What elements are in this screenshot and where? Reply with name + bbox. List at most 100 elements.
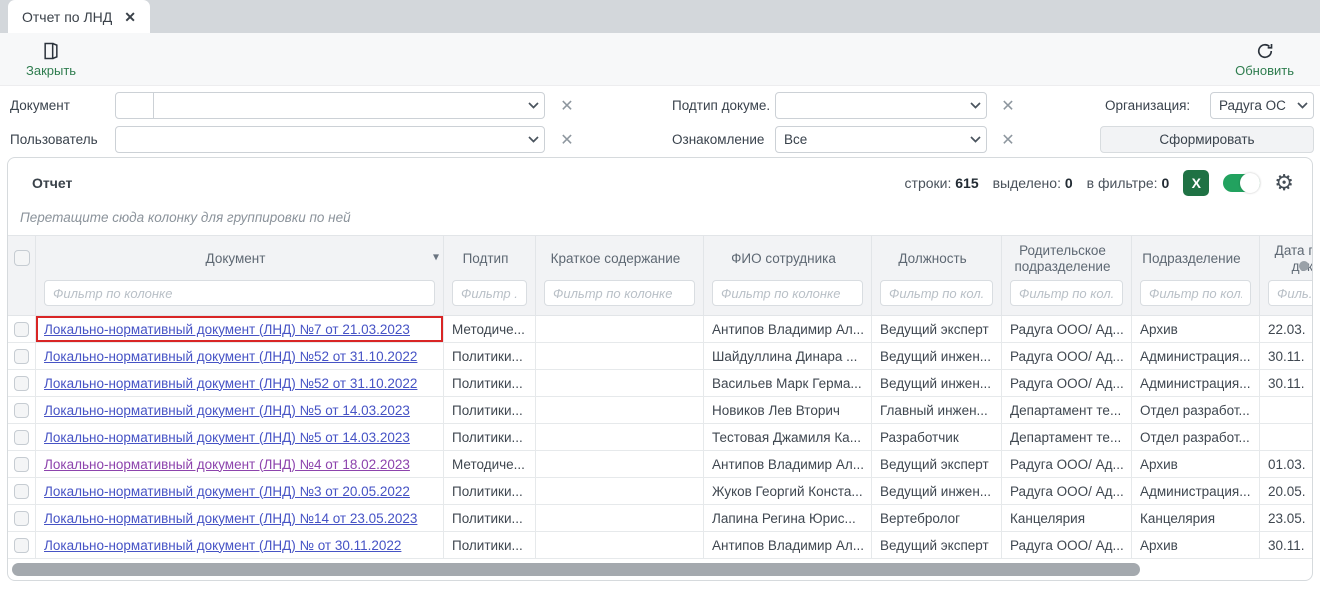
cell-unit: Администрация... <box>1132 478 1260 504</box>
filters-toggle[interactable] <box>1223 174 1260 192</box>
tab-close-icon[interactable]: ✕ <box>124 10 136 24</box>
user-filter-clear-icon[interactable]: ✕ <box>558 126 576 153</box>
document-link[interactable]: Локально-нормативный документ (ЛНД) №52 … <box>44 376 417 391</box>
column-filter-input[interactable] <box>712 280 863 306</box>
cell-position: Ведущий эксперт <box>872 532 1002 558</box>
cell-unit: Архив <box>1132 451 1260 477</box>
select-all-checkbox[interactable] <box>14 250 30 266</box>
table-row[interactable]: Локально-нормативный документ (ЛНД) №4 о… <box>8 451 1312 478</box>
cell-parent_unit: Радуга ООО/ Ад... <box>1002 316 1132 342</box>
row-checkbox[interactable] <box>14 484 29 499</box>
table-row[interactable]: Локально-нормативный документ (ЛНД) №52 … <box>8 343 1312 370</box>
table-row[interactable]: Локально-нормативный документ (ЛНД) №14 … <box>8 505 1312 532</box>
document-link[interactable]: Локально-нормативный документ (ЛНД) №5 о… <box>44 430 410 445</box>
cell-parent_unit: Канцелярия <box>1002 505 1132 531</box>
chevron-down-icon[interactable] <box>522 102 544 109</box>
cell-date: 01.03. <box>1260 451 1312 477</box>
organization-value: Радуга ОС <box>1211 98 1291 113</box>
chevron-down-icon[interactable] <box>522 136 544 143</box>
document-link[interactable]: Локально-нормативный документ (ЛНД) № от… <box>44 538 401 553</box>
cell-position: Ведущий эксперт <box>872 451 1002 477</box>
column-filter-input[interactable] <box>44 280 435 306</box>
vertical-scrollbar-thumb[interactable] <box>1299 261 1309 271</box>
tab-report-lnd[interactable]: Отчет по ЛНД ✕ <box>8 0 150 33</box>
column-header[interactable]: Подразделение <box>1132 235 1260 316</box>
column-header[interactable]: Краткое содержание <box>536 235 704 316</box>
cell-fio: Тестовая Джамиля Ка... <box>704 424 872 450</box>
document-link[interactable]: Локально-нормативный документ (ЛНД) №3 о… <box>44 484 410 499</box>
user-filter-select[interactable] <box>115 126 545 153</box>
cell-parent_unit: Радуга ООО/ Ад... <box>1002 451 1132 477</box>
column-header[interactable]: Документ▾ <box>36 235 444 316</box>
report-panel: Отчет строки: 615 выделено: 0 в фильтре:… <box>7 157 1313 581</box>
horizontal-scrollbar-thumb[interactable] <box>12 563 1140 576</box>
column-header[interactable]: Дата получения документа <box>1260 235 1312 316</box>
cell-parent_unit: Радуга ООО/ Ад... <box>1002 478 1132 504</box>
document-filter-select[interactable] <box>115 92 545 119</box>
column-filter-input[interactable] <box>1140 280 1251 306</box>
cell-unit: Архив <box>1132 532 1260 558</box>
row-checkbox[interactable] <box>14 430 29 445</box>
document-link[interactable]: Локально-нормативный документ (ЛНД) №5 о… <box>44 403 410 418</box>
column-header[interactable]: Должность <box>872 235 1002 316</box>
refresh-button[interactable]: Обновить <box>1235 41 1294 78</box>
row-checkbox[interactable] <box>14 403 29 418</box>
cell-date <box>1260 397 1312 423</box>
column-filter-input[interactable] <box>1010 280 1123 306</box>
cell-unit: Отдел разработ... <box>1132 424 1260 450</box>
chevron-down-icon[interactable] <box>964 136 986 143</box>
document-link[interactable]: Локально-нормативный документ (ЛНД) №14 … <box>44 511 417 526</box>
export-excel-button[interactable]: X <box>1183 170 1209 196</box>
document-filter-clear-icon[interactable]: ✕ <box>558 92 576 119</box>
cell-date: 22.03. <box>1260 316 1312 342</box>
organization-select[interactable]: Радуга ОС <box>1210 92 1314 119</box>
table-row[interactable]: Локально-нормативный документ (ЛНД) №5 о… <box>8 424 1312 451</box>
column-header[interactable]: Родительское подразделение <box>1002 235 1132 316</box>
row-checkbox[interactable] <box>14 322 29 337</box>
row-checkbox[interactable] <box>14 376 29 391</box>
table-row[interactable]: Локально-нормативный документ (ЛНД) № от… <box>8 532 1312 559</box>
chevron-down-icon[interactable] <box>964 102 986 109</box>
row-checkbox[interactable] <box>14 538 29 553</box>
document-number-input[interactable] <box>116 93 154 118</box>
row-checkbox-cell <box>8 478 36 504</box>
column-label: Подтип <box>444 236 535 280</box>
document-cell: Локально-нормативный документ (ЛНД) №5 о… <box>36 397 444 423</box>
document-link[interactable]: Локально-нормативный документ (ЛНД) №7 о… <box>44 322 410 337</box>
row-checkbox[interactable] <box>14 457 29 472</box>
table-row[interactable]: Локально-нормативный документ (ЛНД) №3 о… <box>8 478 1312 505</box>
close-button[interactable]: Закрыть <box>26 41 76 78</box>
table-row[interactable]: Локально-нормативный документ (ЛНД) №5 о… <box>8 397 1312 424</box>
sort-desc-icon[interactable]: ▾ <box>433 250 439 264</box>
chevron-down-icon[interactable] <box>1291 102 1313 109</box>
document-cell: Локально-нормативный документ (ЛНД) №3 о… <box>36 478 444 504</box>
table-row[interactable]: Локально-нормативный документ (ЛНД) №7 о… <box>8 316 1312 343</box>
cell-fio: Шайдуллина Динара ... <box>704 343 872 369</box>
gear-icon[interactable]: ⚙ <box>1274 172 1294 194</box>
subtype-filter-clear-icon[interactable]: ✕ <box>999 92 1017 119</box>
horizontal-scrollbar[interactable] <box>8 562 1312 577</box>
column-filter-input[interactable] <box>544 280 695 306</box>
column-filter-input[interactable] <box>880 280 993 306</box>
column-header[interactable]: ФИО сотрудника <box>704 235 872 316</box>
cell-summary <box>536 424 704 450</box>
cell-subtype: Политики... <box>444 478 536 504</box>
row-checkbox[interactable] <box>14 511 29 526</box>
document-link[interactable]: Локально-нормативный документ (ЛНД) №52 … <box>44 349 417 364</box>
table-row[interactable]: Локально-нормативный документ (ЛНД) №52 … <box>8 370 1312 397</box>
column-label: Краткое содержание <box>536 236 703 280</box>
cell-unit: Администрация... <box>1132 370 1260 396</box>
row-checkbox[interactable] <box>14 349 29 364</box>
column-filter-input[interactable] <box>452 280 527 306</box>
acquaint-filter-select[interactable]: Все <box>775 126 987 153</box>
column-label: Дата получения документа <box>1260 236 1312 280</box>
document-link[interactable]: Локально-нормативный документ (ЛНД) №4 о… <box>44 457 410 472</box>
column-header[interactable]: Подтип <box>444 235 536 316</box>
organization-label: Организация: <box>1105 92 1205 119</box>
cell-parent_unit: Департамент те... <box>1002 424 1132 450</box>
acquaint-filter-clear-icon[interactable]: ✕ <box>999 126 1017 153</box>
subtype-filter-select[interactable] <box>775 92 987 119</box>
cell-summary <box>536 316 704 342</box>
column-filter-input[interactable] <box>1268 280 1312 306</box>
generate-button[interactable]: Сформировать <box>1100 126 1314 153</box>
